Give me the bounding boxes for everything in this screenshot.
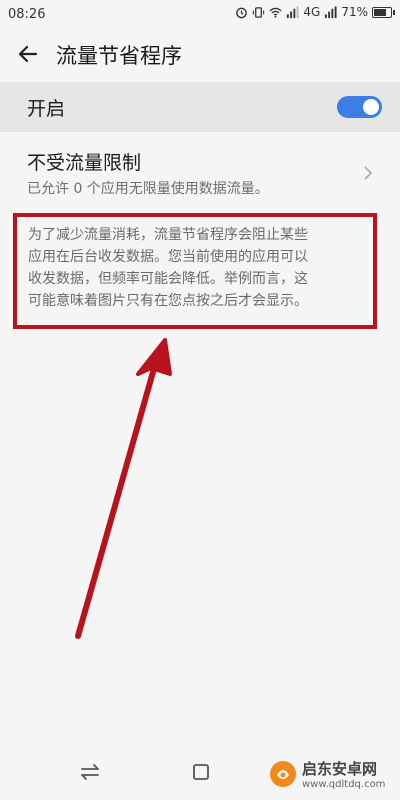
unrestricted-title: 不受流量限制 bbox=[27, 152, 142, 174]
toggle-label: 开启 bbox=[27, 98, 66, 120]
battery-percent: 71% bbox=[341, 5, 368, 19]
switch-knob bbox=[363, 99, 379, 115]
watermark-title: 启东安卓网 bbox=[302, 760, 378, 778]
data-saver-switch[interactable] bbox=[337, 96, 382, 118]
vibrate-icon bbox=[253, 6, 265, 18]
arrow-left-icon[interactable] bbox=[16, 42, 40, 66]
highlight-box bbox=[13, 213, 377, 329]
wifi-icon bbox=[269, 7, 283, 18]
watermark-url: www.qdltdq.com bbox=[302, 779, 386, 790]
signal-icon bbox=[287, 5, 299, 18]
signal-icon bbox=[325, 5, 337, 18]
watermark-logo-icon bbox=[270, 761, 296, 787]
network-type: 4G bbox=[303, 5, 321, 19]
unrestricted-data-item[interactable]: 不受流量限制 已允许 0 个应用无限量使用数据流量。 bbox=[0, 138, 400, 204]
status-icons: 4G 71% bbox=[235, 5, 395, 19]
status-time: 08:26 bbox=[8, 7, 46, 22]
unrestricted-subtitle: 已允许 0 个应用无限量使用数据流量。 bbox=[27, 181, 269, 197]
page-title: 流量节省程序 bbox=[56, 44, 182, 68]
switch-apps-icon[interactable] bbox=[78, 761, 102, 783]
status-bar: 08:26 4G 71% bbox=[0, 0, 400, 30]
app-bar: 流量节省程序 bbox=[0, 30, 400, 78]
alarm-icon bbox=[236, 7, 248, 18]
home-icon[interactable] bbox=[189, 761, 213, 783]
data-saver-toggle-row[interactable]: 开启 bbox=[0, 82, 400, 132]
battery-icon bbox=[372, 6, 395, 18]
watermark: 启东安卓网 www.qdltdq.com bbox=[268, 752, 396, 796]
chevron-right-icon bbox=[364, 166, 373, 180]
